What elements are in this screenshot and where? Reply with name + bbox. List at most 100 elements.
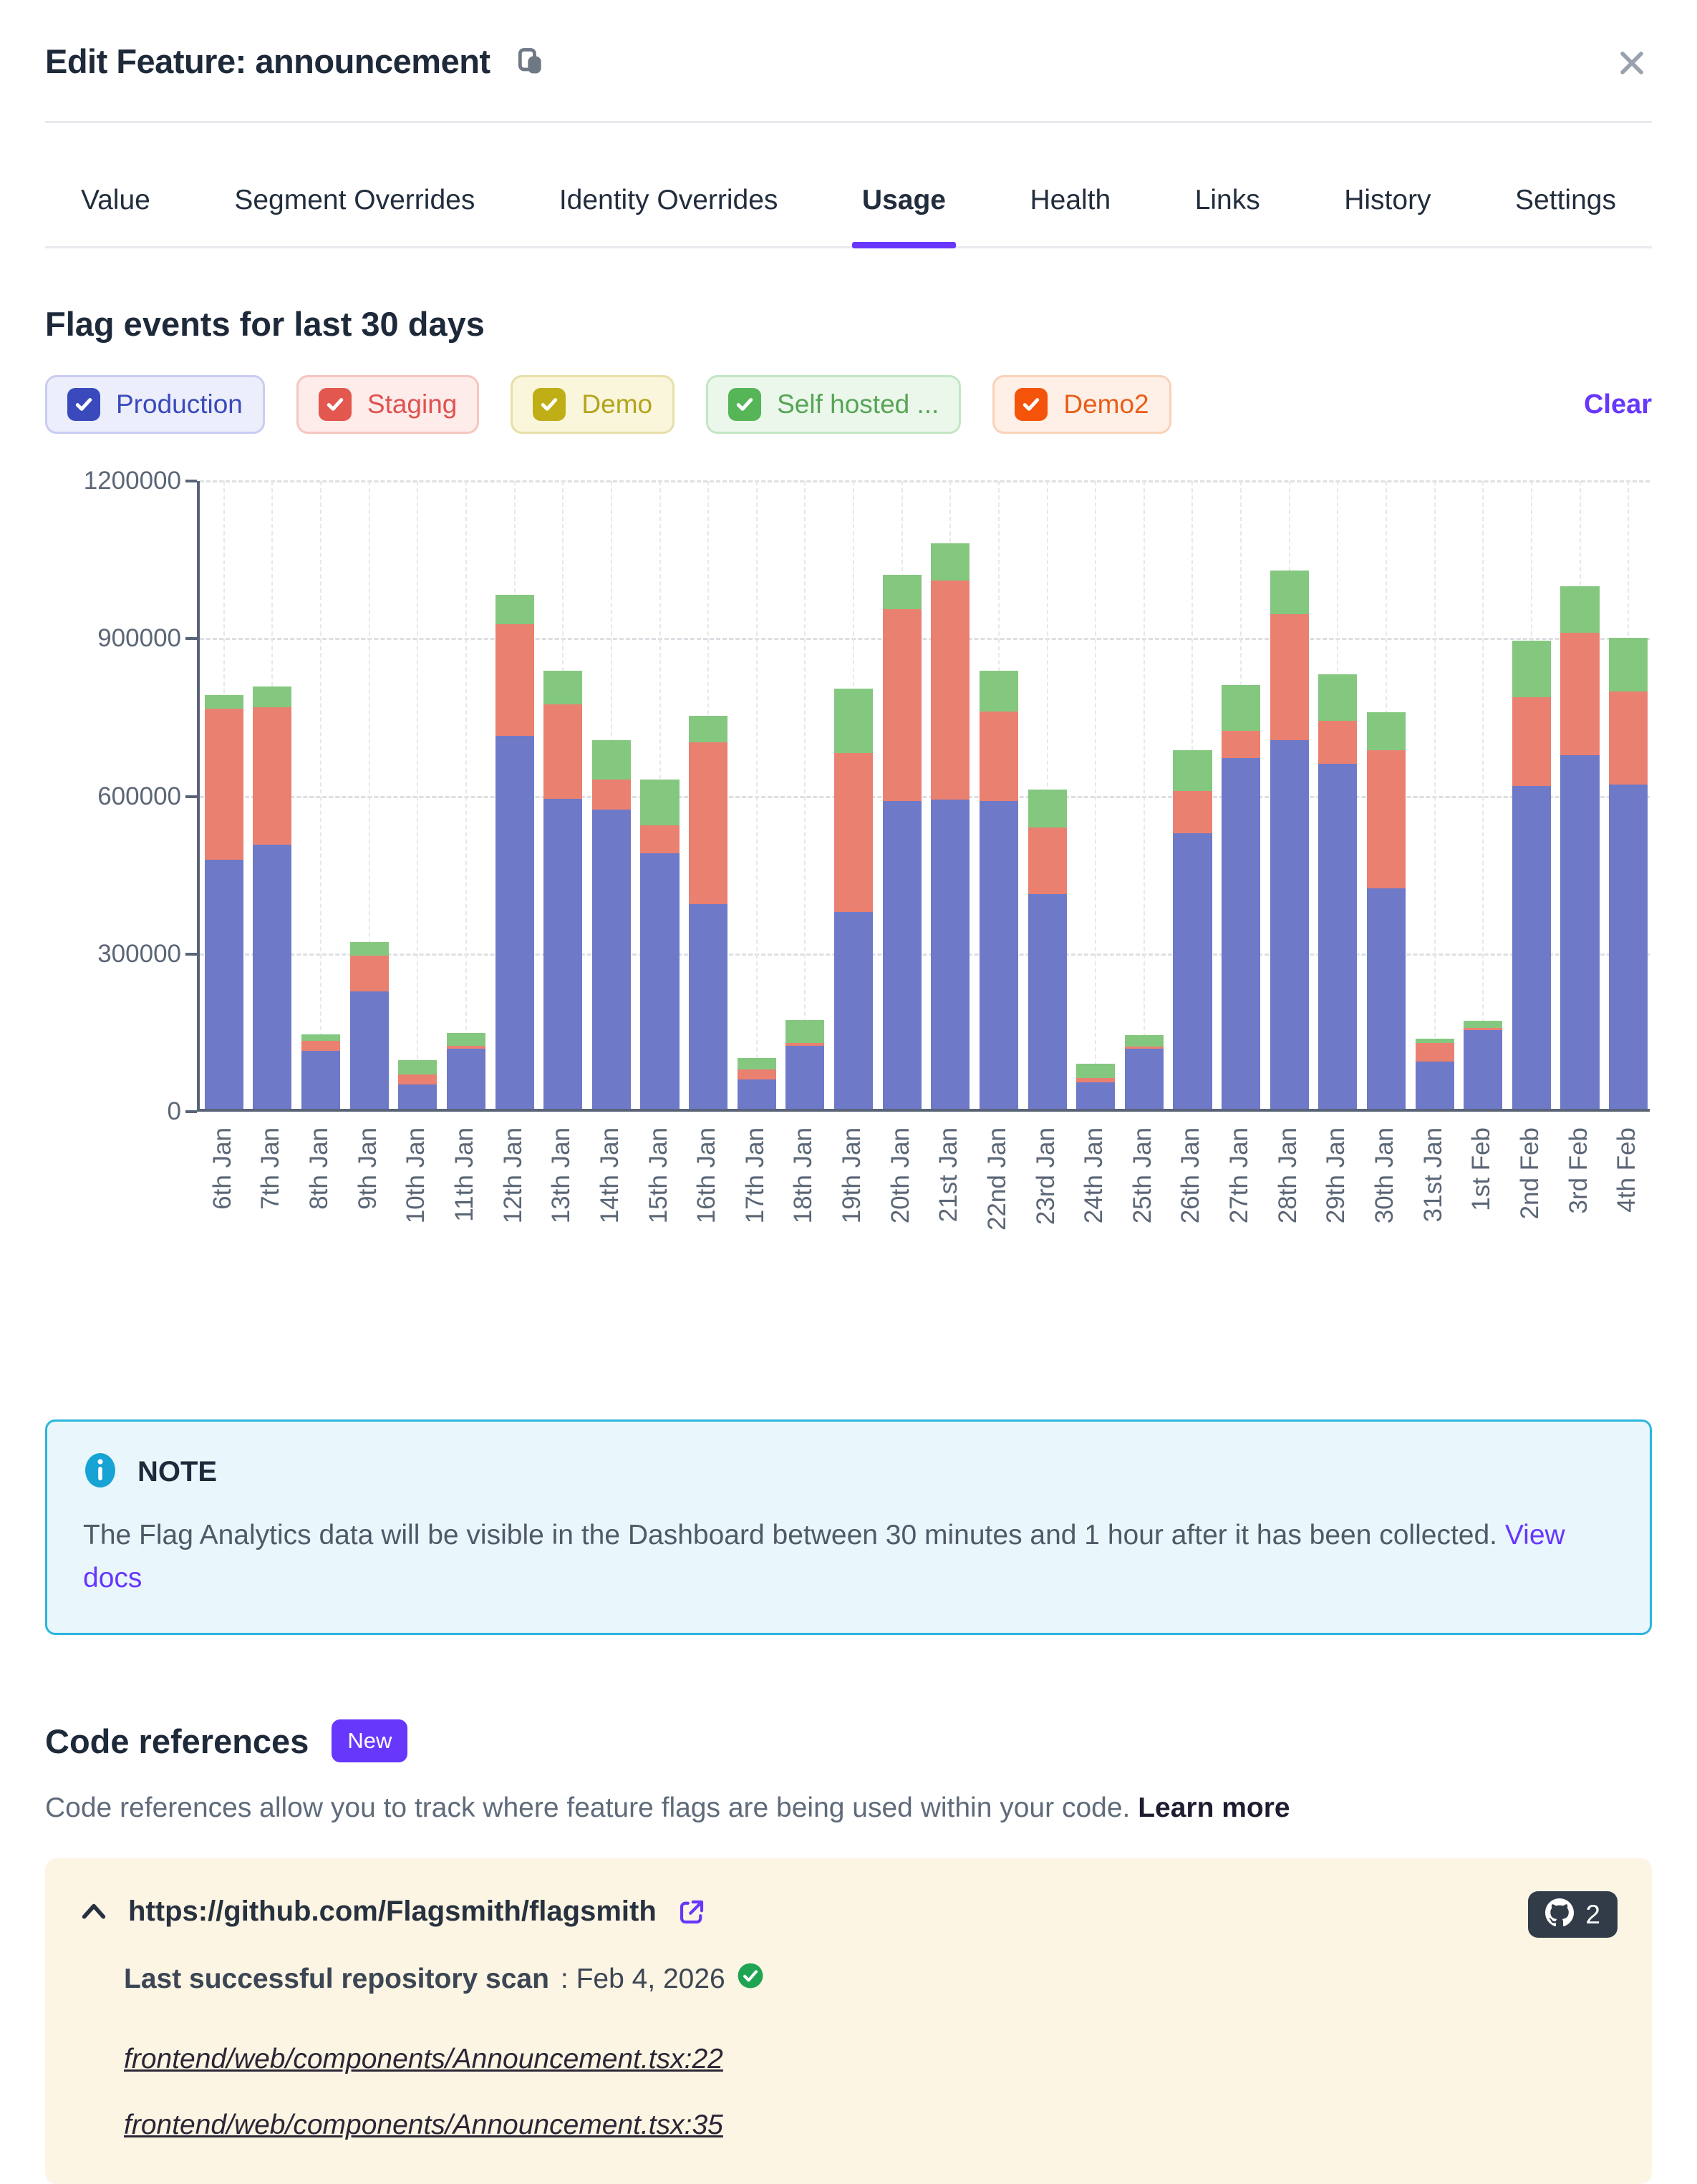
- checkbox-check-icon[interactable]: [67, 388, 100, 421]
- bar-segment-staging-27th-jan[interactable]: [1222, 731, 1260, 758]
- bar-segment-self-hosted-18th-jan[interactable]: [785, 1020, 824, 1043]
- bar-segment-self-hosted-3rd-feb[interactable]: [1560, 586, 1599, 633]
- checkbox-check-icon[interactable]: [1015, 388, 1048, 421]
- bar-segment-production-19th-jan[interactable]: [834, 912, 873, 1109]
- bar-segment-staging-10th-jan[interactable]: [398, 1074, 437, 1084]
- bar-segment-self-hosted-13th-jan[interactable]: [543, 671, 582, 704]
- bar-segment-production-21st-jan[interactable]: [931, 800, 970, 1109]
- bar-segment-self-hosted-8th-jan[interactable]: [301, 1034, 340, 1042]
- github-count-badge[interactable]: 2: [1528, 1891, 1618, 1938]
- checkbox-check-icon[interactable]: [319, 388, 352, 421]
- tab-history[interactable]: History: [1344, 185, 1431, 246]
- bar-segment-staging-11th-jan[interactable]: [447, 1046, 485, 1049]
- checkbox-check-icon[interactable]: [728, 388, 761, 421]
- bar-segment-staging-19th-jan[interactable]: [834, 753, 873, 912]
- bar-segment-self-hosted-30th-jan[interactable]: [1367, 712, 1406, 750]
- tab-usage[interactable]: Usage: [862, 185, 946, 246]
- legend-chip-self-hosted[interactable]: Self hosted ...: [706, 375, 961, 434]
- bar-segment-staging-29th-jan[interactable]: [1318, 721, 1357, 763]
- bar-segment-production-3rd-feb[interactable]: [1560, 755, 1599, 1109]
- bar-segment-production-29th-jan[interactable]: [1318, 764, 1357, 1109]
- bar-segment-staging-26th-jan[interactable]: [1173, 791, 1212, 833]
- tab-health[interactable]: Health: [1030, 185, 1111, 246]
- bar-segment-self-hosted-6th-jan[interactable]: [205, 695, 243, 709]
- bar-segment-production-31st-jan[interactable]: [1416, 1062, 1454, 1109]
- bar-segment-self-hosted-4th-feb[interactable]: [1609, 638, 1648, 691]
- tab-identity-overrides[interactable]: Identity Overrides: [559, 185, 778, 246]
- bar-segment-staging-31st-jan[interactable]: [1416, 1043, 1454, 1062]
- bar-segment-production-13th-jan[interactable]: [543, 799, 582, 1109]
- bar-segment-self-hosted-9th-jan[interactable]: [350, 942, 389, 956]
- bar-segment-staging-4th-feb[interactable]: [1609, 691, 1648, 785]
- bar-segment-self-hosted-15th-jan[interactable]: [640, 780, 679, 825]
- bar-segment-self-hosted-10th-jan[interactable]: [398, 1060, 437, 1074]
- bar-segment-production-4th-feb[interactable]: [1609, 785, 1648, 1109]
- bar-segment-staging-28th-jan[interactable]: [1270, 614, 1309, 739]
- bar-segment-staging-12th-jan[interactable]: [495, 624, 534, 736]
- bar-segment-staging-3rd-feb[interactable]: [1560, 633, 1599, 755]
- clear-filters-button[interactable]: Clear: [1584, 389, 1652, 420]
- bar-segment-self-hosted-19th-jan[interactable]: [834, 689, 873, 753]
- bar-segment-staging-22nd-jan[interactable]: [980, 712, 1018, 801]
- bar-segment-staging-18th-jan[interactable]: [785, 1043, 824, 1046]
- bar-segment-staging-14th-jan[interactable]: [592, 780, 631, 810]
- bar-segment-staging-1st-feb[interactable]: [1464, 1028, 1502, 1030]
- bar-segment-production-24th-jan[interactable]: [1076, 1082, 1115, 1109]
- bar-segment-production-10th-jan[interactable]: [398, 1084, 437, 1110]
- bar-segment-self-hosted-14th-jan[interactable]: [592, 740, 631, 780]
- open-repo-button[interactable]: [677, 1897, 707, 1927]
- bar-segment-self-hosted-20th-jan[interactable]: [883, 575, 922, 609]
- bar-segment-self-hosted-2nd-feb[interactable]: [1512, 641, 1551, 697]
- bar-segment-self-hosted-25th-jan[interactable]: [1125, 1035, 1164, 1047]
- bar-segment-production-6th-jan[interactable]: [205, 860, 243, 1109]
- bar-segment-production-12th-jan[interactable]: [495, 736, 534, 1109]
- bar-segment-self-hosted-16th-jan[interactable]: [689, 716, 727, 742]
- bar-segment-self-hosted-7th-jan[interactable]: [253, 686, 291, 707]
- bar-segment-staging-25th-jan[interactable]: [1125, 1047, 1164, 1049]
- bar-segment-production-18th-jan[interactable]: [785, 1046, 824, 1109]
- bar-segment-production-15th-jan[interactable]: [640, 853, 679, 1109]
- bar-segment-self-hosted-23rd-jan[interactable]: [1028, 790, 1067, 827]
- repo-url-link[interactable]: https://github.com/Flagsmith/flagsmith: [128, 1896, 657, 1928]
- bar-segment-staging-2nd-feb[interactable]: [1512, 697, 1551, 785]
- bar-segment-production-20th-jan[interactable]: [883, 801, 922, 1109]
- code-reference-file-link[interactable]: frontend/web/components/Announcement.tsx…: [124, 2110, 723, 2141]
- bar-segment-staging-16th-jan[interactable]: [689, 742, 727, 904]
- bar-segment-self-hosted-29th-jan[interactable]: [1318, 674, 1357, 721]
- bar-segment-production-30th-jan[interactable]: [1367, 888, 1406, 1109]
- bar-segment-self-hosted-17th-jan[interactable]: [738, 1058, 776, 1069]
- bar-segment-production-16th-jan[interactable]: [689, 904, 727, 1109]
- bar-segment-self-hosted-22nd-jan[interactable]: [980, 671, 1018, 712]
- bar-segment-production-25th-jan[interactable]: [1125, 1049, 1164, 1109]
- bar-segment-staging-15th-jan[interactable]: [640, 825, 679, 854]
- tab-settings[interactable]: Settings: [1515, 185, 1616, 246]
- bar-segment-self-hosted-27th-jan[interactable]: [1222, 685, 1260, 731]
- bar-segment-production-26th-jan[interactable]: [1173, 833, 1212, 1109]
- bar-segment-production-28th-jan[interactable]: [1270, 740, 1309, 1109]
- bar-segment-production-22nd-jan[interactable]: [980, 801, 1018, 1109]
- bar-segment-staging-6th-jan[interactable]: [205, 709, 243, 860]
- bar-segment-production-8th-jan[interactable]: [301, 1051, 340, 1109]
- bar-segment-self-hosted-24th-jan[interactable]: [1076, 1064, 1115, 1079]
- close-modal-button[interactable]: [1613, 44, 1650, 82]
- bar-segment-staging-30th-jan[interactable]: [1367, 750, 1406, 888]
- bar-segment-production-7th-jan[interactable]: [253, 845, 291, 1109]
- bar-segment-self-hosted-28th-jan[interactable]: [1270, 571, 1309, 614]
- bar-segment-production-11th-jan[interactable]: [447, 1049, 485, 1109]
- bar-segment-staging-24th-jan[interactable]: [1076, 1078, 1115, 1082]
- legend-chip-demo2[interactable]: Demo2: [992, 375, 1171, 434]
- bar-segment-production-27th-jan[interactable]: [1222, 758, 1260, 1109]
- tab-links[interactable]: Links: [1195, 185, 1260, 246]
- bar-segment-staging-8th-jan[interactable]: [301, 1041, 340, 1051]
- bar-segment-production-17th-jan[interactable]: [738, 1079, 776, 1109]
- bar-segment-staging-7th-jan[interactable]: [253, 707, 291, 845]
- bar-segment-self-hosted-11th-jan[interactable]: [447, 1033, 485, 1046]
- bar-segment-production-1st-feb[interactable]: [1464, 1030, 1502, 1109]
- bar-segment-production-14th-jan[interactable]: [592, 810, 631, 1109]
- bar-segment-self-hosted-1st-feb[interactable]: [1464, 1021, 1502, 1028]
- bar-segment-staging-23rd-jan[interactable]: [1028, 828, 1067, 894]
- legend-chip-production[interactable]: Production: [45, 375, 265, 434]
- tab-segment-overrides[interactable]: Segment Overrides: [234, 185, 475, 246]
- bar-segment-staging-21st-jan[interactable]: [931, 581, 970, 800]
- legend-chip-staging[interactable]: Staging: [296, 375, 480, 434]
